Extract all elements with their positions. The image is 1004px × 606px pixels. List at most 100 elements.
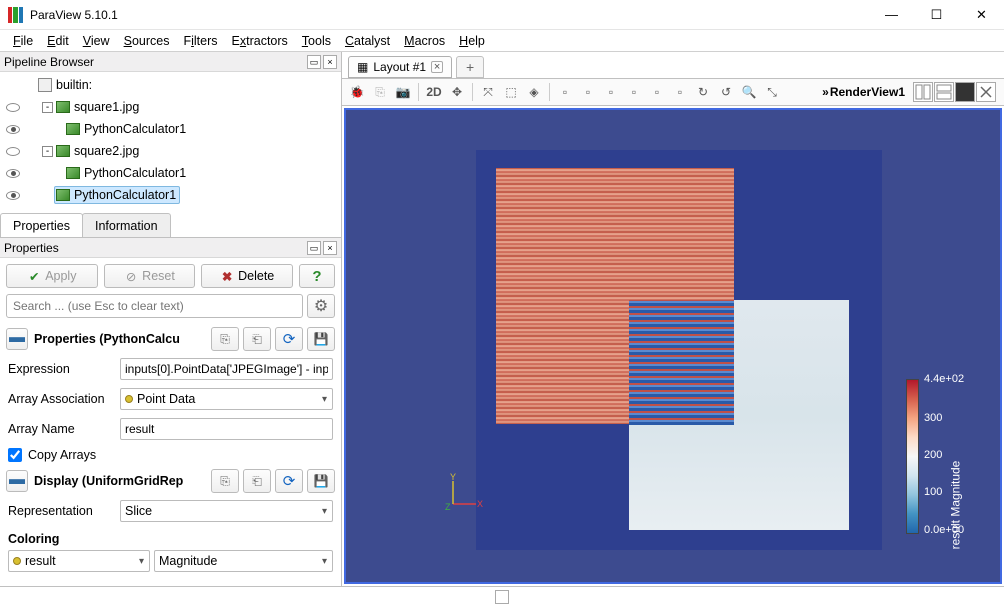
advanced-toggle[interactable]: ⚙: [307, 294, 335, 318]
tab-information[interactable]: Information: [82, 213, 171, 237]
close-button[interactable]: ✕: [959, 0, 1004, 30]
tree-expander[interactable]: -: [42, 146, 53, 157]
reload-btn[interactable]: ⟳: [275, 469, 303, 493]
view-zp-btn[interactable]: ▫: [646, 81, 668, 103]
source-icon: [56, 101, 70, 113]
pipeline-row-builtin[interactable]: builtin:: [0, 74, 341, 96]
filter-icon: [66, 123, 80, 135]
copy-btn[interactable]: ⎘: [211, 469, 239, 493]
center-axes-btn[interactable]: ✥: [446, 81, 468, 103]
visibility-toggle[interactable]: [6, 169, 20, 178]
layout-tab[interactable]: ▦ Layout #1 ×: [348, 56, 452, 78]
pipeline-label: PythonCalculator1: [74, 188, 176, 202]
zoom-box-btn[interactable]: 🔍: [738, 81, 760, 103]
colorbar-tick: 100: [924, 486, 942, 498]
copy-btn[interactable]: ⎘: [211, 327, 239, 351]
tree-expander[interactable]: -: [42, 102, 53, 113]
pipeline-label: PythonCalculator1: [84, 166, 186, 180]
visibility-toggle[interactable]: [6, 191, 20, 200]
tab-properties[interactable]: Properties: [0, 213, 83, 237]
view-zn-btn[interactable]: ▫: [669, 81, 691, 103]
array-name-input[interactable]: [120, 418, 333, 440]
menu-sources[interactable]: Sources: [117, 34, 177, 48]
dock-close-btn[interactable]: ×: [323, 55, 337, 69]
save-btn[interactable]: 💾: [307, 469, 335, 493]
paste-btn[interactable]: ⎗: [243, 469, 271, 493]
menu-macros[interactable]: Macros: [397, 34, 452, 48]
pipeline-row-square2[interactable]: -square2.jpg: [0, 140, 341, 162]
view-xn-btn[interactable]: ▫: [577, 81, 599, 103]
expression-input[interactable]: [120, 358, 333, 380]
view-yp-btn[interactable]: ▫: [600, 81, 622, 103]
bug-btn[interactable]: 🐞: [346, 81, 368, 103]
fit-btn[interactable]: ⤡: [761, 81, 783, 103]
menu-tools[interactable]: Tools: [295, 34, 338, 48]
representation-label: Representation: [8, 504, 112, 518]
pipeline-row-calc2[interactable]: PythonCalculator1: [0, 162, 341, 184]
properties-dock-title: Properties: [4, 241, 59, 255]
representation-select[interactable]: Slice: [120, 500, 333, 522]
pipeline-row-calc1[interactable]: PythonCalculator1: [0, 118, 341, 140]
menu-edit[interactable]: Edit: [40, 34, 76, 48]
section-collapse[interactable]: ▬: [6, 328, 28, 350]
split-v-btn[interactable]: [934, 82, 954, 102]
menu-filters[interactable]: Filters: [176, 34, 224, 48]
delete-button[interactable]: ✖Delete: [201, 264, 293, 288]
maximize-view-btn[interactable]: [955, 82, 975, 102]
visibility-toggle[interactable]: [6, 147, 20, 156]
color-legend[interactable]: 4.4e+02 300 200 100 0.0e+00 result Magni…: [898, 364, 988, 564]
menu-view[interactable]: View: [76, 34, 117, 48]
reload-btn[interactable]: ⟳: [275, 327, 303, 351]
copy-arrays-checkbox[interactable]: [8, 448, 22, 462]
pipeline-title: Pipeline Browser: [4, 55, 94, 69]
properties-search[interactable]: [6, 294, 303, 318]
visibility-toggle[interactable]: [6, 125, 20, 134]
rotate-cw-btn[interactable]: ↻: [692, 81, 714, 103]
color-component-select[interactable]: Magnitude: [154, 550, 333, 572]
camera-link-btn[interactable]: ⎘: [369, 81, 391, 103]
statusbar-grip[interactable]: [495, 590, 509, 604]
colorbar-gradient: [906, 379, 919, 534]
view-yn-btn[interactable]: ▫: [623, 81, 645, 103]
layout-tab-label: Layout #1: [373, 60, 426, 74]
apply-button[interactable]: ✔Apply: [6, 264, 98, 288]
minimize-button[interactable]: —: [869, 0, 914, 30]
gear-icon: ⚙: [314, 296, 328, 316]
pipeline-label: square1.jpg: [74, 100, 139, 114]
view-xp-btn[interactable]: ▫: [554, 81, 576, 103]
maximize-button[interactable]: ☐: [914, 0, 959, 30]
help-button[interactable]: ?: [299, 264, 335, 288]
new-layout-btn[interactable]: +: [456, 56, 484, 78]
zoom-data-btn[interactable]: ⬚: [500, 81, 522, 103]
menu-file[interactable]: File: [6, 34, 40, 48]
zoom-closest-btn[interactable]: ◈: [523, 81, 545, 103]
menu-extractors[interactable]: Extractors: [225, 34, 295, 48]
pipeline-row-square1[interactable]: - square1.jpg: [0, 96, 341, 118]
mode-2d-btn[interactable]: 2D: [423, 81, 445, 103]
save-btn[interactable]: 💾: [307, 327, 335, 351]
visibility-toggle[interactable]: [6, 103, 20, 112]
color-array-select[interactable]: result: [8, 550, 150, 572]
reset-camera-btn[interactable]: ⤧: [477, 81, 499, 103]
menu-help[interactable]: Help: [452, 34, 492, 48]
pipeline-browser[interactable]: builtin: -square1.jpg PythonCalculator1 …: [0, 72, 341, 212]
split-h-btn[interactable]: [913, 82, 933, 102]
menu-catalyst[interactable]: Catalyst: [338, 34, 397, 48]
rotate-ccw-btn[interactable]: ↺: [715, 81, 737, 103]
dock-float-btn[interactable]: ▭: [307, 55, 321, 69]
coloring-label: Coloring: [0, 526, 341, 548]
dock-float-btn[interactable]: ▭: [307, 241, 321, 255]
section-collapse[interactable]: ▬: [6, 470, 28, 492]
menubar: File Edit View Sources Filters Extractor…: [0, 30, 1004, 52]
render-viewport[interactable]: X Y Z 4.4e+02 300 200 100 0.0e+00 result…: [344, 108, 1002, 584]
orientation-axes[interactable]: X Y Z: [441, 476, 479, 514]
dock-close-btn[interactable]: ×: [323, 241, 337, 255]
paste-btn[interactable]: ⎗: [243, 327, 271, 351]
view-area: ▦ Layout #1 × + 🐞 ⎘ 📷 2D ✥ ⤧ ⬚ ◈ ▫ ▫ ▫ ▫…: [342, 52, 1004, 586]
close-layout-btn[interactable]: ×: [431, 61, 443, 73]
pipeline-row-calc3[interactable]: PythonCalculator1: [0, 184, 341, 206]
screenshot-btn[interactable]: 📷: [392, 81, 414, 103]
array-association-select[interactable]: Point Data: [120, 388, 333, 410]
reset-button[interactable]: ⊘Reset: [104, 264, 196, 288]
close-view-btn[interactable]: [976, 82, 996, 102]
